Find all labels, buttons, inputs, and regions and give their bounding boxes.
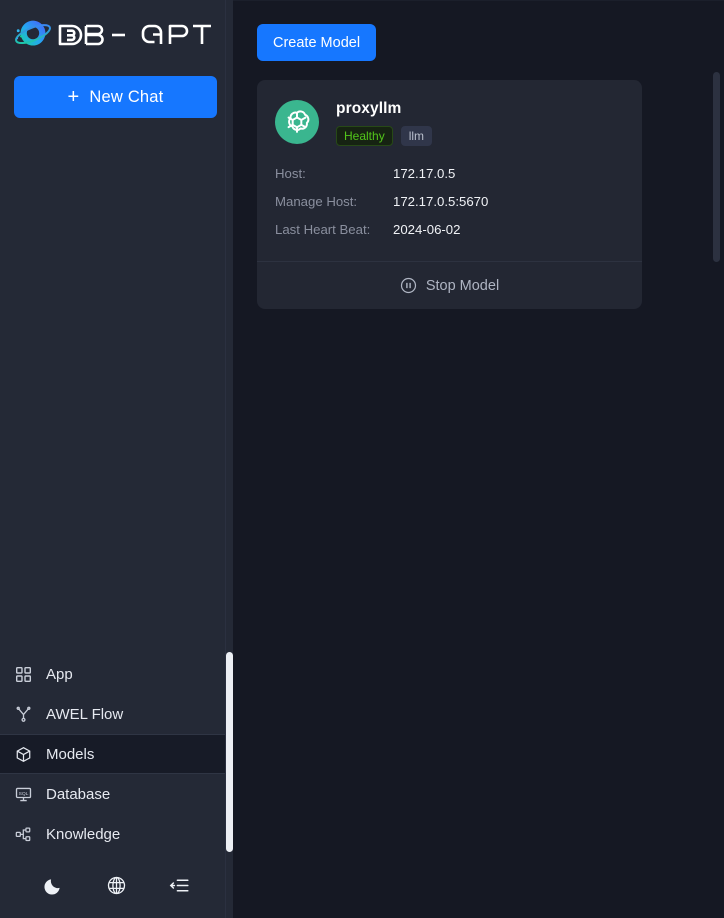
sidebar-scrollbar-track[interactable]: [226, 0, 233, 918]
sidebar-item-label: App: [46, 665, 73, 683]
sidebar-item-label: Knowledge: [46, 825, 121, 843]
globe-icon[interactable]: [104, 872, 130, 898]
sidebar-bottom-bar: [0, 858, 233, 918]
sidebar-item-awel-flow[interactable]: AWEL Flow: [0, 694, 233, 734]
brand-wordmark: [56, 22, 216, 48]
openai-logo-icon: [275, 100, 319, 144]
info-row-manage-host: Manage Host: 172.17.0.5:5670: [275, 191, 624, 211]
model-card-body: proxyllm Healthy llm Host: 172.17.0.5 Ma…: [257, 80, 642, 261]
pause-circle-icon: [400, 277, 417, 294]
model-card-header: proxyllm Healthy llm: [275, 98, 624, 146]
sidebar-item-label: AWEL Flow: [46, 705, 124, 723]
info-label: Manage Host:: [275, 193, 358, 209]
status-badge: Healthy: [336, 126, 393, 146]
svg-text:SQL: SQL: [18, 790, 28, 796]
model-type-badge: llm: [400, 126, 433, 146]
stop-model-label: Stop Model: [425, 277, 500, 294]
top-hairline: [233, 0, 724, 1]
info-value: 2024-06-02: [393, 221, 461, 237]
info-value: 172.17.0.5:5670: [393, 193, 489, 209]
sidebar-nav: App AWEL Flow Models SQL Database Knowle…: [0, 654, 233, 858]
new-chat-button[interactable]: + New Chat: [14, 76, 217, 118]
moon-icon[interactable]: [41, 872, 67, 898]
sidebar-scrollbar-thumb[interactable]: [226, 652, 233, 852]
info-row-last-heart-beat: Last Heart Beat: 2024-06-02: [275, 219, 624, 239]
info-row-host: Host: 172.17.0.5: [275, 163, 624, 183]
stop-model-button[interactable]: Stop Model: [257, 262, 642, 309]
nodes-icon: [14, 825, 32, 843]
collapse-panel-icon[interactable]: [167, 872, 193, 898]
model-card-title-group: proxyllm Healthy llm: [336, 98, 433, 146]
flow-fork-icon: [14, 705, 32, 723]
db-gpt-planet-logo-icon: [12, 14, 54, 56]
cube-icon: [14, 745, 32, 763]
model-card: proxyllm Healthy llm Host: 172.17.0.5 Ma…: [257, 80, 642, 309]
sidebar-empty-space: [0, 118, 233, 654]
plus-icon: +: [67, 86, 80, 108]
sidebar-item-knowledge[interactable]: Knowledge: [0, 814, 233, 854]
info-label: Host:: [275, 165, 306, 181]
info-value: 172.17.0.5: [393, 165, 456, 181]
info-label: Last Heart Beat:: [275, 221, 371, 237]
grid-icon: [14, 665, 32, 683]
sidebar: + New Chat App AWEL Flow Models SQL Data…: [0, 0, 233, 918]
brand-logo-area[interactable]: [0, 4, 233, 66]
sidebar-item-database[interactable]: SQL Database: [0, 774, 233, 814]
model-info-list: Host: 172.17.0.5 Manage Host: 172.17.0.5…: [275, 163, 624, 239]
model-badges: Healthy llm: [336, 126, 433, 146]
sql-monitor-icon: SQL: [14, 785, 32, 803]
create-model-button[interactable]: Create Model: [257, 24, 377, 61]
main-scrollbar-thumb[interactable]: [713, 72, 720, 262]
sidebar-item-label: Database: [46, 785, 111, 803]
sidebar-item-models[interactable]: Models: [0, 734, 233, 774]
model-name: proxyllm: [336, 100, 402, 117]
sidebar-item-label: Models: [46, 745, 95, 763]
main-content: Create Model proxyllm Healthy llm Host: …: [233, 0, 724, 918]
sidebar-item-app[interactable]: App: [0, 654, 233, 694]
new-chat-label: New Chat: [89, 87, 164, 106]
